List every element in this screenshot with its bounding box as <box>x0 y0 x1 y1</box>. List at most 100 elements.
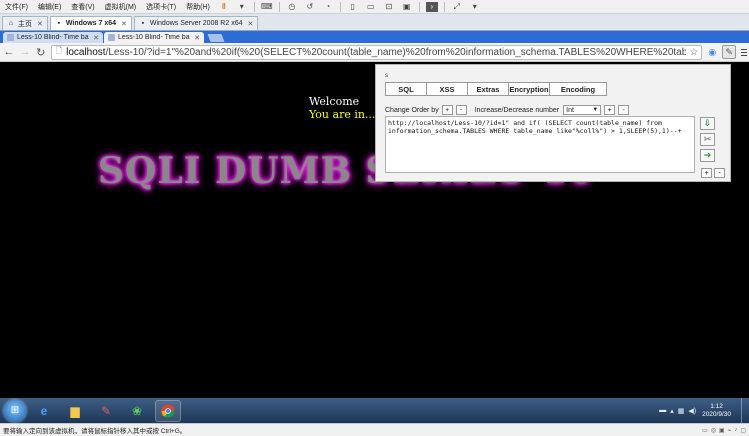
separator <box>418 1 420 12</box>
cd-icon[interactable]: ◎ <box>711 427 716 434</box>
browser-menu-icon[interactable] <box>739 45 749 59</box>
tab-windows7[interactable]: ▪ Windows 7 x64 ✕ <box>49 16 132 30</box>
number-plus-button[interactable]: + <box>604 105 616 115</box>
clock-date: 2020/9/30 <box>702 410 731 418</box>
snapshot-icon[interactable]: ◷ <box>286 2 298 12</box>
url-text: localhost/Less-10/?id=1"%20and%20if(%20(… <box>66 47 686 58</box>
change-order-label: Change Order by <box>385 106 439 114</box>
clock[interactable]: 1:12 2020/9/30 <box>702 403 731 419</box>
close-icon[interactable]: ✕ <box>93 34 99 42</box>
load-url-icon[interactable]: ⇩ <box>700 117 715 130</box>
execute-icon[interactable]: ➔ <box>700 149 715 162</box>
show-desktop-button[interactable] <box>741 398 749 423</box>
address-bar[interactable]: 🗋 localhost/Less-10/?id=1"%20and%20if(%2… <box>50 44 703 60</box>
hackbar-extension-icon[interactable]: ✎ <box>722 45 737 59</box>
number-type-select[interactable]: Int ▼ <box>563 105 602 115</box>
network-icon[interactable]: ▦ <box>678 407 685 415</box>
tool-icon[interactable]: ✎ <box>93 400 119 422</box>
network-adapter-icon[interactable]: ▣ <box>719 427 725 434</box>
separator <box>443 1 445 12</box>
hackbar-url-textarea[interactable]: http://localhost/Less-10/?id=1" and if( … <box>385 116 695 173</box>
dropdown-icon[interactable]: ▾ <box>469 2 481 12</box>
revert-snapshot-icon[interactable]: ↺ <box>304 2 316 12</box>
tab-windows-server[interactable]: ▪ Windows Server 2008 R2 x64 ✕ <box>133 16 259 30</box>
separator <box>253 1 255 12</box>
thumbnail-icon[interactable]: ▭ <box>365 2 377 12</box>
ie-icon[interactable]: e <box>31 400 57 422</box>
order-plus-button[interactable]: + <box>441 105 453 115</box>
close-icon[interactable]: ✕ <box>247 20 253 28</box>
split-url-icon[interactable]: ✂ <box>700 133 715 146</box>
browser-tab[interactable]: Less-10 Blind- Time ba ✕ <box>3 32 103 43</box>
page-favicon-icon <box>7 34 14 41</box>
menu-vm[interactable]: 虚拟机(M) <box>100 2 142 12</box>
usb-icon[interactable]: ⌁ <box>728 427 732 434</box>
hackbar-corner-label: s <box>385 73 388 79</box>
hackbar-controls: Change Order by + - Increase/Decrease nu… <box>385 105 630 115</box>
number-type-value: Int <box>566 106 574 114</box>
tab-home[interactable]: ⌂ 主页 ✕ <box>2 16 48 30</box>
order-minus-button[interactable]: - <box>455 105 467 115</box>
sidebar-icon[interactable]: ▯ <box>347 2 359 12</box>
hackbar-tab-encoding[interactable]: Encoding <box>549 82 607 96</box>
vmware-tab-bar: ⌂ 主页 ✕ ▪ Windows 7 x64 ✕ ▪ Windows Serve… <box>0 14 749 31</box>
menu-file[interactable]: 文件(F) <box>0 2 33 12</box>
clock-time: 1:12 <box>710 402 723 410</box>
reload-icon[interactable]: ↻ <box>34 45 48 59</box>
stretch-icon[interactable]: ⤢ <box>451 2 463 12</box>
number-minus-button[interactable]: - <box>618 105 630 115</box>
vmware-statusbar: 要将输入定向到该虚拟机，请将鼠标指针移入其中或按 Ctrl+G。 ▭ ◎ ▣ ⌁… <box>0 423 749 436</box>
send-keys-icon[interactable]: ⌨ <box>261 2 273 12</box>
console-icon[interactable]: › <box>425 1 438 12</box>
vmware-menubar: 文件(F) 编辑(E) 查看(V) 虚拟机(M) 选项卡(T) 帮助(H) ‖ … <box>0 0 749 14</box>
hackbar-tab-extras[interactable]: Extras <box>467 82 509 96</box>
status-message: 要将输入定向到该虚拟机，请将鼠标指针移入其中或按 Ctrl+G。 <box>3 428 187 435</box>
display-icon[interactable]: ▢ <box>740 427 746 434</box>
close-icon[interactable]: ✕ <box>194 34 200 42</box>
browser-tab-active[interactable]: Less-10 Blind- Time ba ✕ <box>104 32 204 43</box>
close-icon[interactable]: ✕ <box>37 20 43 28</box>
hackbar-tab-sql[interactable]: SQL <box>385 82 427 96</box>
browser-tab-strip: Less-10 Blind- Time ba ✕ Less-10 Blind- … <box>0 31 749 43</box>
menu-tabs[interactable]: 选项卡(T) <box>141 2 181 12</box>
browser-toolbar: ← → ↻ 🗋 localhost/Less-10/?id=1"%20and%2… <box>0 43 749 62</box>
snapshot-manager-icon[interactable]: ◔ <box>322 2 334 12</box>
hackbar-tabs: SQL XSS Extras Encryption Encoding <box>385 82 607 96</box>
tab-label: Windows 7 x64 <box>65 20 116 27</box>
expand-minus-button[interactable]: - <box>714 168 725 178</box>
extension-icon[interactable]: ◉ <box>705 45 719 59</box>
page-favicon-icon <box>108 34 115 41</box>
close-icon[interactable]: ✕ <box>121 20 127 28</box>
start-button[interactable]: ⊞ <box>4 399 26 422</box>
windows-logo-icon: ⊞ <box>10 405 20 416</box>
back-icon[interactable]: ← <box>2 45 16 59</box>
hackbar-tab-encryption[interactable]: Encryption <box>508 82 550 96</box>
keyboard-icon[interactable]: ▬ <box>659 407 666 414</box>
chrome-icon[interactable] <box>155 399 181 422</box>
fullscreen-icon[interactable]: ⊡ <box>383 2 395 12</box>
menu-edit[interactable]: 编辑(E) <box>33 2 66 12</box>
dropdown-icon[interactable]: ▾ <box>236 2 248 12</box>
welcome-text: Welcome <box>309 95 360 108</box>
browser-tab-label: Less-10 Blind- Time ba <box>118 34 190 41</box>
home-icon: ⌂ <box>8 20 14 27</box>
bookmark-star-icon[interactable]: ☆ <box>686 47 701 58</box>
explorer-folder-icon[interactable]: ▆ <box>62 400 88 422</box>
new-tab-button[interactable] <box>207 34 225 42</box>
paw-icon[interactable]: ❀ <box>124 400 150 422</box>
hackbar-resize-controls: + - <box>699 168 725 178</box>
expand-plus-button[interactable]: + <box>701 168 712 178</box>
menu-view[interactable]: 查看(V) <box>66 2 99 12</box>
url-host: localhost <box>66 46 106 58</box>
menu-help[interactable]: 帮助(H) <box>181 2 215 12</box>
show-hidden-icon[interactable]: ▴ <box>670 407 674 415</box>
page-info-icon[interactable]: 🗋 <box>56 46 62 59</box>
hdd-icon[interactable]: ▭ <box>702 427 708 434</box>
forward-icon[interactable]: → <box>18 45 32 59</box>
tab-label: Windows Server 2008 R2 x64 <box>149 20 243 27</box>
hackbar-tab-xss[interactable]: XSS <box>426 82 468 96</box>
sound-icon[interactable]: ♪ <box>734 427 737 433</box>
volume-icon[interactable]: ◀) <box>688 407 696 415</box>
unity-icon[interactable]: ▣ <box>401 2 413 12</box>
power-icon[interactable]: ‖ <box>218 2 230 12</box>
